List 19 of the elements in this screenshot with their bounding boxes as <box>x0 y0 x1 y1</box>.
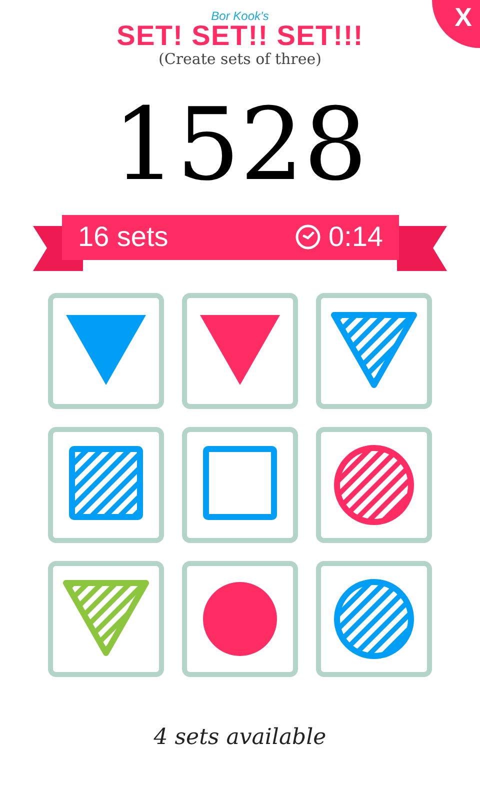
shape-card[interactable] <box>316 292 432 409</box>
sets-found-count: 16 sets <box>78 223 168 252</box>
shape-card[interactable] <box>316 560 432 677</box>
timer: 0:14 <box>328 223 383 252</box>
shape-card[interactable] <box>48 292 164 409</box>
shape-card[interactable] <box>182 292 298 409</box>
shape-card[interactable] <box>48 560 164 677</box>
game-title: SET! SET!! SET!!! <box>116 22 364 50</box>
shape-card[interactable] <box>48 426 164 543</box>
shape-card[interactable] <box>182 426 298 543</box>
sets-available-text: 4 sets available <box>154 724 326 752</box>
score: 1528 <box>112 94 368 195</box>
clock-icon <box>294 224 320 250</box>
shape-card[interactable] <box>316 426 432 543</box>
shape-card[interactable] <box>182 560 298 677</box>
close-button[interactable]: X <box>432 0 480 48</box>
byline: Bor Kook's <box>211 10 269 22</box>
ribbon-tail <box>397 226 447 271</box>
subtitle: (Create sets of three) <box>158 50 322 69</box>
